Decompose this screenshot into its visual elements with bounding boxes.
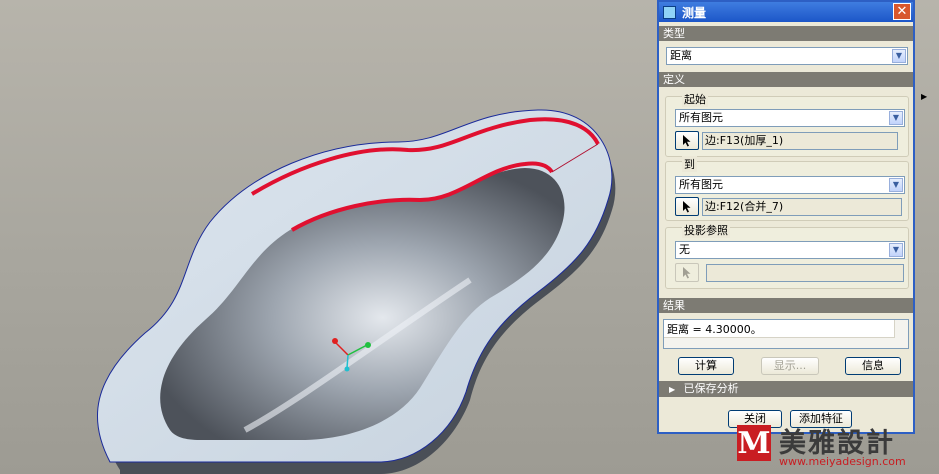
type-section-header: 类型 <box>659 26 913 41</box>
cursor-arrow-icon <box>683 267 691 279</box>
display-button: 显示... <box>761 357 819 375</box>
projection-filter-select[interactable]: 无 ▼ <box>675 241 905 259</box>
projection-selection-field <box>706 264 904 282</box>
result-section-header: 结果 <box>659 298 913 313</box>
chevron-down-icon[interactable]: ▼ <box>889 178 903 192</box>
to-filter-value: 所有图元 <box>679 178 723 191</box>
close-icon[interactable]: ✕ <box>893 3 911 20</box>
projection-group: 投影参照 无 ▼ <box>665 222 909 289</box>
to-group-label: 到 <box>682 156 697 172</box>
from-group-label: 起始 <box>682 91 708 107</box>
result-text: 距离 = 4.30000。 <box>667 323 762 336</box>
panel-expand-arrow-icon[interactable]: ▶ <box>921 92 927 101</box>
saved-analysis-label: 已保存分析 <box>683 382 739 395</box>
projection-select-button <box>675 263 699 282</box>
cursor-arrow-icon <box>683 135 691 147</box>
watermark-url: www.meiyadesign.com <box>779 455 906 468</box>
from-filter-select[interactable]: 所有图元 ▼ <box>675 109 905 127</box>
app-icon <box>663 5 676 19</box>
cursor-arrow-icon <box>683 201 691 213</box>
watermark-logo: M 美雅設計 www.meiyadesign.com <box>733 419 939 474</box>
result-textbox[interactable]: 距离 = 4.30000。 <box>663 319 909 349</box>
to-group: 到 所有图元 ▼ 边:F12(合并_7) <box>665 156 909 221</box>
saved-analysis-expander[interactable]: ▶ 已保存分析 <box>659 381 913 397</box>
type-select[interactable]: 距离 ▼ <box>666 47 908 65</box>
projection-group-label: 投影参照 <box>682 222 730 238</box>
measure-dialog: 测量 ✕ 类型 距离 ▼ 定义 起始 所有图元 ▼ 边:F13(加厚_1) 到 … <box>657 0 915 434</box>
chevron-down-icon[interactable]: ▼ <box>889 111 903 125</box>
chevron-right-icon: ▶ <box>669 385 676 394</box>
info-button[interactable]: 信息 <box>845 357 901 375</box>
type-select-value: 距离 <box>670 49 692 62</box>
chevron-down-icon[interactable]: ▼ <box>892 49 906 63</box>
from-group: 起始 所有图元 ▼ 边:F13(加厚_1) <box>665 91 909 157</box>
result-horizontal-scrollbar[interactable] <box>664 337 895 348</box>
dialog-titlebar[interactable]: 测量 ✕ <box>659 2 913 22</box>
projection-filter-value: 无 <box>679 243 690 256</box>
from-filter-value: 所有图元 <box>679 111 723 124</box>
dialog-title: 测量 <box>682 5 707 20</box>
to-selection-field[interactable]: 边:F12(合并_7) <box>702 198 902 216</box>
watermark-logo-mark: M <box>737 425 771 461</box>
definition-section-header: 定义 <box>659 72 913 87</box>
compute-button[interactable]: 计算 <box>678 357 734 375</box>
from-selection-field[interactable]: 边:F13(加厚_1) <box>702 132 898 150</box>
from-select-button[interactable] <box>675 131 699 150</box>
result-vertical-scrollbar[interactable] <box>894 320 908 348</box>
to-select-button[interactable] <box>675 197 699 216</box>
chevron-down-icon[interactable]: ▼ <box>889 243 903 257</box>
to-filter-select[interactable]: 所有图元 ▼ <box>675 176 905 194</box>
